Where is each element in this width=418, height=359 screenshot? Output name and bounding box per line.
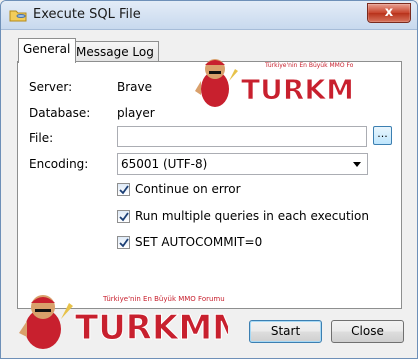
- set-autocommit-label: SET AUTOCOMMIT=0: [135, 235, 263, 249]
- checkbox-check-icon[interactable]: [117, 183, 130, 196]
- title-bar[interactable]: Execute SQL File x: [1, 1, 417, 30]
- run-multiple-queries-label: Run multiple queries in each execution: [135, 209, 369, 223]
- close-button[interactable]: Close: [331, 320, 404, 343]
- close-window-button[interactable]: x: [367, 3, 411, 23]
- turkmmo-watermark-bottom: Türkiye'nin En Büyük MMO Forumu TURKMMO: [13, 287, 275, 353]
- server-value: Brave: [117, 80, 153, 94]
- encoding-select[interactable]: 65001 (UTF-8): [117, 153, 368, 175]
- turkmmo-mascot-logo: Türkiye'nin En Büyük MMO Forumu TURKMMO: [195, 59, 406, 107]
- window-title: Execute SQL File: [33, 7, 141, 22]
- watermark-tagline: Türkiye'nin En Büyük MMO Forumu: [264, 62, 353, 69]
- watermark-brand: TURKMMO: [75, 308, 228, 348]
- checkbox-check-icon[interactable]: [117, 236, 130, 249]
- checkbox-check-icon[interactable]: [117, 210, 130, 223]
- database-folder-icon: [9, 7, 27, 23]
- database-value: player: [117, 106, 155, 120]
- database-label: Database:: [29, 106, 91, 120]
- tab-message-log[interactable]: Message Log: [71, 41, 159, 62]
- watermark-brand: TURKMMO: [241, 73, 353, 106]
- tab-general[interactable]: General: [18, 38, 76, 63]
- chevron-down-icon[interactable]: [353, 162, 361, 167]
- encoding-selected-value: 65001 (UTF-8): [121, 157, 208, 171]
- encoding-label: Encoding:: [29, 157, 89, 171]
- turkmmo-mascot-logo: Türkiye'nin En Büyük MMO Forumu TURKMMO: [19, 295, 275, 349]
- file-label: File:: [29, 131, 54, 145]
- browse-file-button[interactable]: ...: [373, 126, 392, 145]
- continue-on-error-label: Continue on error: [135, 182, 241, 196]
- server-label: Server:: [29, 80, 73, 94]
- turkmmo-watermark-top: Türkiye'nin En Büyük MMO Forumu TURKMMO: [193, 51, 406, 111]
- start-button[interactable]: Start: [249, 320, 322, 343]
- file-path-input[interactable]: [117, 126, 367, 147]
- execute-sql-dialog: Execute SQL File x Message Log General S…: [0, 0, 418, 359]
- watermark-tagline: Türkiye'nin En Büyük MMO Forumu: [102, 295, 225, 303]
